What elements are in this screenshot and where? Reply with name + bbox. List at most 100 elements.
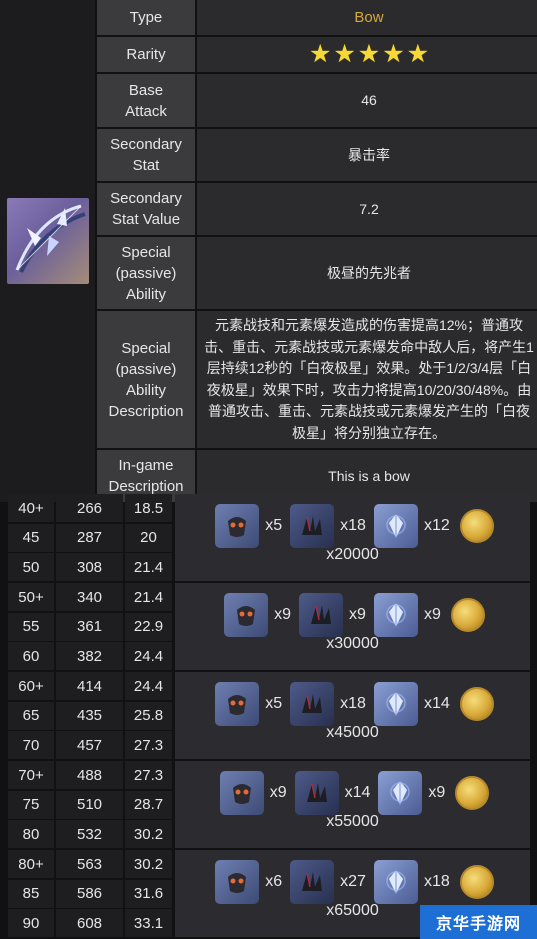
- attack-cell: 287: [56, 523, 123, 552]
- crystal-icon: [373, 682, 418, 726]
- level-cell: 45: [8, 523, 54, 552]
- base-attack-label: Base Attack: [97, 74, 195, 127]
- crystal-icon: [373, 860, 418, 904]
- material-quantity: x9: [269, 784, 287, 801]
- ability-description-value: 元素战技和元素爆发造成的伤害提高12%；普通攻击、重击、元素战技或元素爆发命中敌…: [197, 311, 537, 448]
- level-row: 55 361 22.9: [0, 612, 172, 641]
- mask-icon: [215, 682, 260, 726]
- ascension-phase: 70+ 488 27.3 75 510 28.7 80 532 30.2 x9 x14 x9 x5500…: [0, 761, 537, 848]
- level-cell: 70: [8, 731, 54, 759]
- level-cell: 70+: [8, 761, 54, 789]
- substat-cell: 21.4: [125, 583, 172, 611]
- bow-weapon-image: [6, 198, 89, 284]
- claw-icon: [290, 682, 335, 726]
- attack-cell: 340: [56, 583, 123, 611]
- crystal-icon: [373, 593, 418, 637]
- mora-cost: x55000: [326, 813, 379, 830]
- attack-cell: 586: [56, 879, 123, 908]
- attack-cell: 488: [56, 761, 123, 789]
- ascension-phase: 50+ 340 21.4 55 361 22.9 60 382 24.4 x9 x9 x9 x30000: [0, 583, 537, 670]
- level-row: 50 308 21.4: [0, 553, 172, 581]
- material-item: x5: [215, 504, 282, 548]
- rarity-value: ★ ★ ★ ★ ★: [197, 37, 537, 72]
- level-row: 65 435 25.8: [0, 701, 172, 730]
- material-quantity: x9: [274, 606, 292, 623]
- material-item: x12: [373, 504, 450, 548]
- level-row: 75 510 28.7: [0, 790, 172, 819]
- secondary-stat-label: Secondary Stat: [97, 129, 195, 181]
- base-attack-value: 46: [197, 74, 537, 127]
- material-item: x9: [219, 771, 287, 815]
- mora-coin-icon: [459, 509, 494, 543]
- attack-cell: 608: [56, 909, 123, 937]
- attack-cell: 308: [56, 553, 123, 581]
- materials-cell: x9 x14 x9 x55000: [175, 761, 530, 848]
- secondary-stat-value: 暴击率: [197, 129, 537, 181]
- level-row: 85 586 31.6: [0, 879, 172, 908]
- site-watermark: 京华手游网: [420, 905, 537, 939]
- substat-cell: 18.5: [125, 494, 172, 522]
- level-row: 70+ 488 27.3: [0, 761, 172, 789]
- secondary-stat-value-label: Secondary Stat Value: [97, 183, 195, 235]
- claw-icon: [290, 504, 335, 548]
- substat-cell: 22.9: [125, 612, 172, 641]
- level-cell: 60: [8, 642, 54, 670]
- special-ability-label: Special (passive) Ability: [97, 237, 195, 309]
- level-cell: 50+: [8, 583, 54, 611]
- mask-icon: [215, 860, 260, 904]
- material-quantity: x9: [349, 606, 366, 623]
- substat-cell: 27.3: [125, 731, 172, 759]
- attack-cell: 510: [56, 790, 123, 819]
- mask-icon: [219, 771, 264, 815]
- material-quantity: x27: [340, 873, 366, 890]
- star-icon: ★: [308, 40, 332, 68]
- mask-icon: [224, 593, 269, 637]
- claw-icon: [290, 860, 335, 904]
- material-quantity: x9: [423, 606, 441, 623]
- substat-cell: 20: [125, 523, 172, 552]
- mora-coin-icon: [450, 598, 485, 632]
- substat-cell: 27.3: [125, 761, 172, 789]
- crystal-icon: [378, 771, 423, 815]
- material-quantity: x6: [265, 873, 283, 890]
- substat-cell: 31.6: [125, 879, 172, 908]
- material-quantity: x18: [423, 873, 450, 890]
- level-row: 40+ 266 18.5: [0, 494, 172, 522]
- material-quantity: x18: [340, 517, 366, 534]
- level-row: 50+ 340 21.4: [0, 583, 172, 611]
- level-cell: 80: [8, 820, 54, 848]
- attack-cell: 563: [56, 850, 123, 878]
- attack-cell: 266: [56, 494, 123, 522]
- material-item: x9: [378, 771, 445, 815]
- material-item: x9: [224, 593, 291, 637]
- type-label: Type: [97, 0, 195, 35]
- material-item: x14: [373, 682, 450, 726]
- level-cell: 60+: [8, 672, 54, 700]
- material-item: x18: [290, 504, 366, 548]
- material-item: x18: [290, 682, 366, 726]
- material-item: x27: [290, 860, 366, 904]
- claw-icon: [299, 593, 344, 637]
- material-item: x18: [373, 860, 450, 904]
- material-quantity: x18: [340, 695, 366, 712]
- substat-cell: 28.7: [125, 790, 172, 819]
- mora-coin-icon: [455, 776, 490, 810]
- level-row: 90 608 33.1: [0, 909, 172, 937]
- material-item: x5: [215, 682, 282, 726]
- mora-coin-icon: [459, 687, 494, 721]
- level-row: 80+ 563 30.2: [0, 850, 172, 878]
- material-item: x9: [299, 593, 366, 637]
- materials-cell: x5 x18 x12 x20000: [175, 494, 530, 581]
- attack-cell: 361: [56, 612, 123, 641]
- attack-cell: 457: [56, 731, 123, 759]
- material-quantity: x14: [423, 695, 450, 712]
- ability-description-label: Special (passive) Ability Description: [97, 311, 195, 448]
- level-cell: 80+: [8, 850, 54, 878]
- level-cell: 85: [8, 879, 54, 908]
- star-icon: ★: [333, 40, 356, 68]
- weapon-info-table: Type Bow Rarity ★ ★ ★ ★ ★ Base Attack 46 Sec…: [0, 0, 537, 502]
- crystal-icon: [373, 504, 418, 548]
- material-item: x14: [294, 771, 370, 815]
- attack-cell: 435: [56, 701, 123, 730]
- material-quantity: x12: [423, 517, 450, 534]
